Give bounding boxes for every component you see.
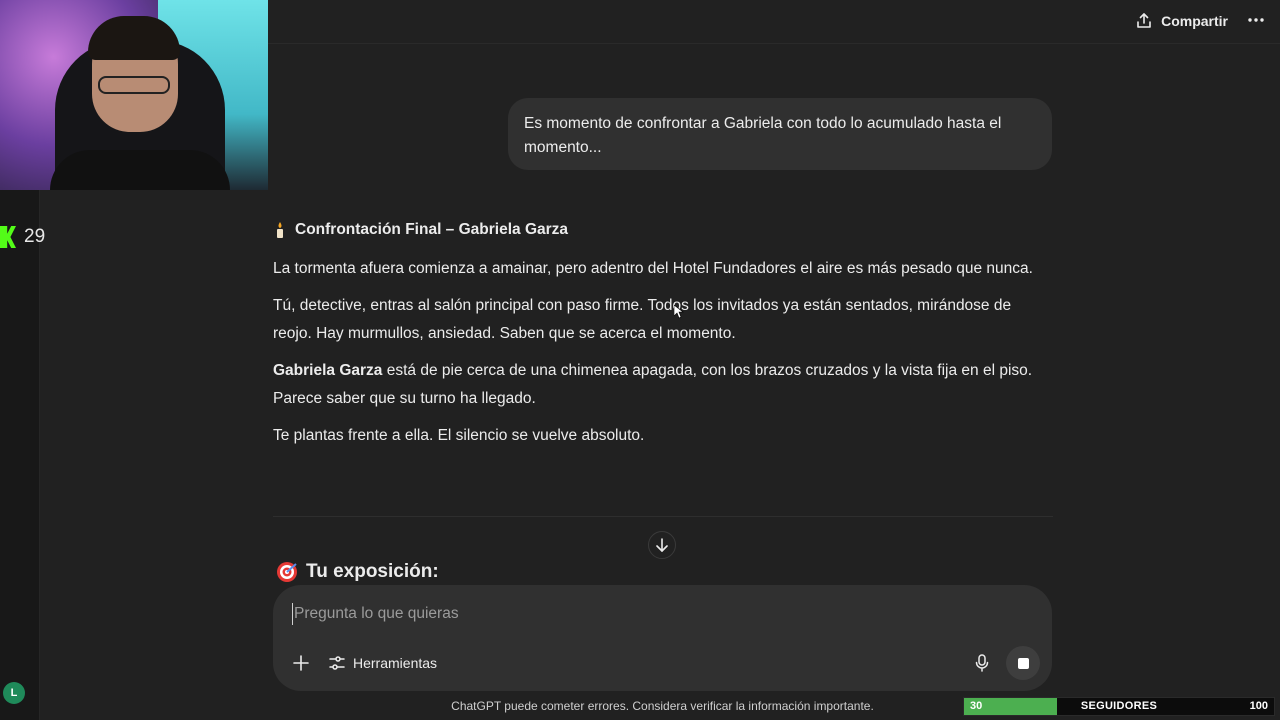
paragraph-1: La tormenta afuera comienza a amainar, p… [273, 260, 1033, 277]
disclaimer-text: ChatGPT puede cometer errores. Considera… [451, 699, 874, 713]
followers-label: SEGUIDORES [1080, 700, 1158, 712]
prompt-input[interactable] [292, 603, 892, 625]
viewer-count: 29 [24, 226, 46, 247]
top-bar: Compartir [268, 0, 1280, 44]
stop-icon [1017, 657, 1029, 669]
target-icon [277, 562, 297, 582]
followers-goal: 100 [1249, 700, 1268, 712]
arrow-down-icon [656, 538, 668, 552]
scroll-to-bottom-button[interactable] [648, 531, 676, 559]
followers-goal-bar: 30 SEGUIDORES 100 [963, 697, 1275, 716]
user-message-bubble: Es momento de confrontar a Gabriela con … [508, 98, 1052, 170]
sliders-icon [329, 656, 345, 670]
paragraph-2: Tú, detective, entras al salón principal… [273, 296, 1012, 343]
webcam-overlay [0, 0, 268, 190]
message-divider [273, 516, 1053, 517]
more-options-button[interactable] [1244, 8, 1268, 32]
candle-icon [277, 222, 283, 238]
stop-generating-button[interactable] [1006, 646, 1040, 680]
paragraph-3: Gabriela Garza está de pie cerca de una … [273, 357, 1053, 414]
ellipsis-icon [1248, 18, 1264, 22]
share-label: Compartir [1161, 13, 1228, 29]
kick-logo-icon [0, 226, 16, 248]
microphone-icon [975, 654, 989, 672]
tools-label: Herramientas [353, 655, 438, 671]
assistant-title: Confrontación Final – Gabriela Garza [273, 218, 1053, 242]
section-heading-text: Tu exposición: [306, 561, 439, 582]
share-button[interactable]: Compartir [1135, 9, 1228, 33]
section-heading: Tu exposición: [276, 561, 439, 583]
paragraph-3-rest: está de pie cerca de una chimenea apagad… [273, 361, 1033, 408]
share-icon [1137, 13, 1151, 28]
kick-viewer-badge: 29 [0, 226, 45, 248]
paragraph-4: Te plantas frente a ella. El silencio se… [273, 426, 645, 444]
add-attachment-button[interactable] [289, 651, 313, 675]
tools-button[interactable]: Herramientas [329, 651, 437, 675]
plus-icon [293, 655, 309, 671]
app-root: 29 L Compartir Es momento de confrontar … [0, 0, 1280, 720]
mouse-cursor-icon [674, 305, 684, 319]
paragraph-3-bold: Gabriela Garza [273, 361, 383, 379]
assistant-title-text: Confrontación Final – Gabriela Garza [295, 221, 569, 238]
microphone-button[interactable] [970, 651, 994, 675]
message-composer: Herramientas [273, 585, 1052, 691]
user-avatar[interactable]: L [3, 682, 25, 704]
assistant-message: Confrontación Final – Gabriela Garza La … [273, 218, 1053, 458]
